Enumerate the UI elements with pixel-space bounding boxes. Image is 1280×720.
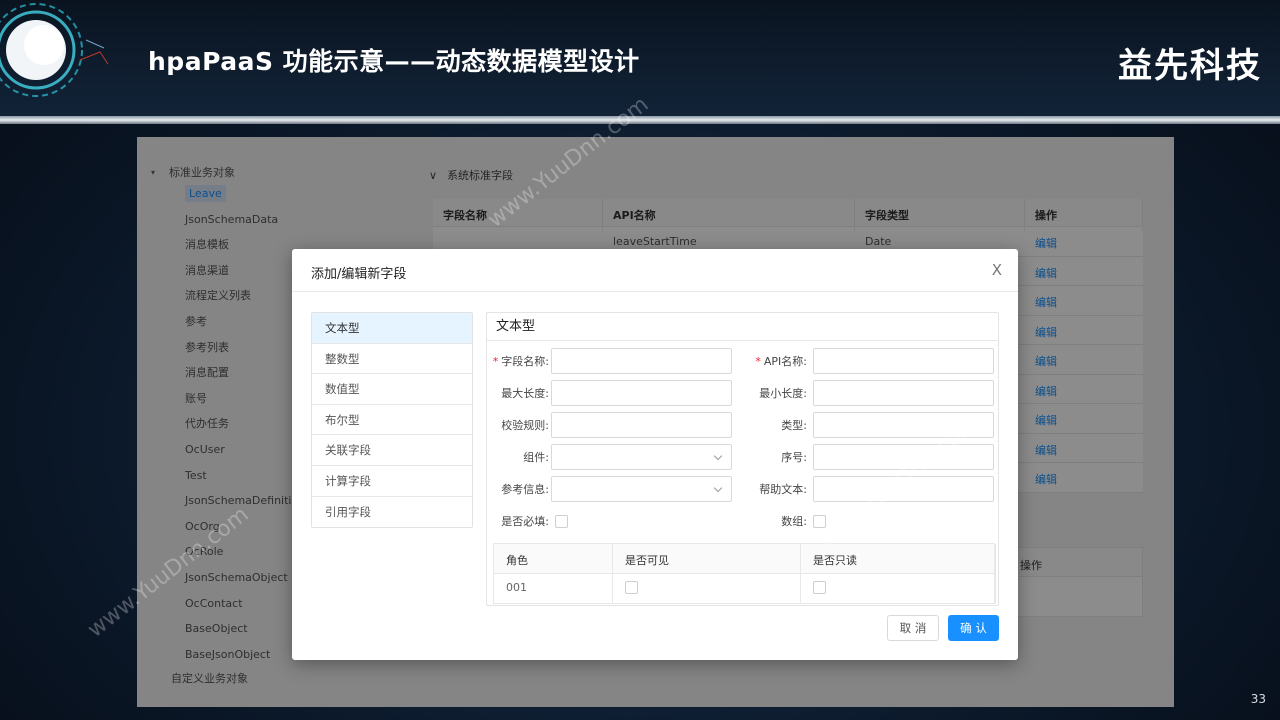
type-item-relation[interactable]: 关联字段 [312,435,472,466]
array-checkbox[interactable] [813,514,826,528]
type-item-boolean[interactable]: 布尔型 [312,405,472,436]
readonly-checkbox[interactable] [813,581,826,594]
api-name-input[interactable] [813,348,994,374]
slide-title: hpaPaaS 功能示意——动态数据模型设计 [148,47,640,76]
required-marker: * [492,355,499,368]
text-field-form: 文本型 * 字段名称: * API名称: 最大长度: 最小长度: 校验规则: 类型: [486,312,999,606]
visible-checkbox[interactable] [625,581,638,594]
field-type-list: 文本型 整数型 数值型 布尔型 关联字段 计算字段 引用字段 [311,312,473,529]
header-divider [0,116,1280,124]
help-text-input[interactable] [813,476,994,502]
validation-rule-input[interactable] [551,412,732,438]
confirm-button[interactable]: 确 认 [948,615,999,641]
type-item-number[interactable]: 数值型 [312,374,472,405]
brand-logo: 益先科技 [1118,46,1262,86]
order-input[interactable] [813,444,994,470]
required-checkbox[interactable] [555,514,568,528]
table-header: 角色 是否可见 是否只读 [494,544,996,576]
type-item-text[interactable]: 文本型 [312,313,472,344]
tech-orb-logo [0,3,109,97]
reference-select[interactable] [551,476,732,502]
modal-header: 添加/编辑新字段 X [292,249,1018,292]
type-input[interactable] [813,412,994,438]
page-number: 33 [1250,692,1266,706]
modal-title: 添加/编辑新字段 [311,267,407,282]
min-length-input[interactable] [813,380,994,406]
type-item-formula[interactable]: 计算字段 [312,466,472,497]
role-permission-table: 角色 是否可见 是否只读 001 [493,543,996,604]
type-item-integer[interactable]: 整数型 [312,344,472,375]
max-length-input[interactable] [551,380,732,406]
cancel-button[interactable]: 取 消 [887,615,939,641]
edit-field-modal: 添加/编辑新字段 X 文本型 整数型 数值型 布尔型 关联字段 计算字段 引用字… [292,249,1018,660]
required-marker: * [755,355,761,368]
table-row: 001 [494,574,996,604]
type-item-reference[interactable]: 引用字段 [312,497,472,528]
field-name-input[interactable] [551,348,732,374]
form-panel-title: 文本型 [487,313,998,341]
component-select[interactable] [551,444,732,470]
close-icon[interactable]: X [992,261,1002,279]
